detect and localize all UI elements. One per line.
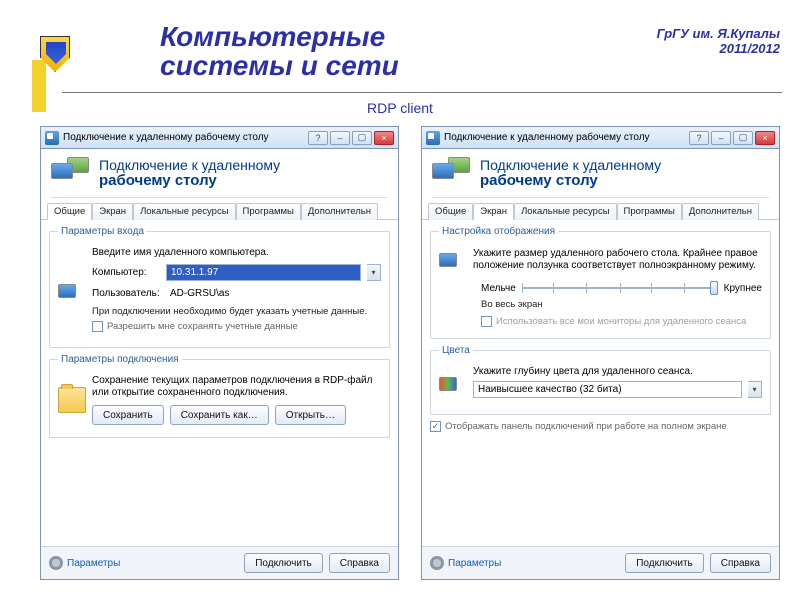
color-depth-arrow[interactable]: ▾ [748, 381, 762, 398]
show-connection-bar-checkbox[interactable]: ✓Отображать панель подключений при работ… [430, 421, 727, 432]
user-label: Пользователь: [92, 288, 160, 299]
banner-line2: рабочему столу [480, 172, 598, 189]
color-text: Укажите глубину цвета для удаленного сеа… [473, 366, 762, 377]
computer-icon [58, 278, 86, 304]
banner-line1: Подключение к удаленному [480, 157, 661, 173]
gear-icon [49, 556, 63, 570]
window-title: Подключение к удаленному рабочему столу [63, 132, 304, 143]
tabs: Общие Экран Локальные ресурсы Программы … [422, 198, 779, 220]
fullscreen-note: Во весь экран [481, 299, 762, 310]
computer-label: Компьютер: [92, 267, 160, 278]
login-instruction: Введите имя удаленного компьютера. [92, 247, 381, 258]
credentials-note: При подключении необходимо будет указать… [92, 306, 381, 317]
color-depth-select[interactable]: Наивысшее качество (32 бита) [473, 381, 742, 398]
connect-button[interactable]: Подключить [244, 553, 323, 573]
tab-display[interactable]: Экран [473, 203, 514, 220]
options-link[interactable]: Параметры [448, 558, 501, 569]
help-button[interactable]: ? [689, 131, 709, 145]
open-button[interactable]: Открыть… [275, 405, 346, 425]
show-bar-label: Отображать панель подключений при работе… [445, 421, 727, 432]
display-settings-group: Настройка отображения Укажите размер уда… [430, 226, 771, 339]
computer-input[interactable]: 10.31.1.97 [166, 264, 361, 281]
tab-programs[interactable]: Программы [617, 203, 682, 220]
all-monitors-label: Использовать все мои мониторы для удален… [496, 316, 746, 327]
resolution-slider[interactable] [522, 279, 718, 297]
org-name: ГрГУ им. Я.Купалы [657, 26, 780, 41]
slider-label-large: Крупнее [724, 283, 762, 294]
slide-meta: ГрГУ им. Я.Купалы 2011/2012 [657, 26, 780, 56]
help-button[interactable]: ? [308, 131, 328, 145]
monitor-icon [439, 247, 467, 273]
banner-line1: Подключение к удаленному [99, 157, 280, 173]
display-text: Укажите размер удаленного рабочего стола… [473, 248, 762, 272]
connection-group: Параметры подключения Сохранение текущих… [49, 354, 390, 438]
rdp-icon [432, 157, 472, 191]
close-button[interactable]: × [755, 131, 775, 145]
login-group: Параметры входа Введите имя удаленного к… [49, 226, 390, 348]
connection-text: Сохранение текущих параметров подключени… [92, 375, 381, 399]
tab-local-resources[interactable]: Локальные ресурсы [133, 203, 235, 220]
connect-button[interactable]: Подключить [625, 553, 704, 573]
rdp-window-display: Подключение к удаленному рабочему столу … [421, 126, 780, 580]
banner-line2: рабочему столу [99, 172, 217, 189]
app-icon [45, 131, 59, 145]
remember-credentials-checkbox[interactable]: Разрешить мне сохранять учетные данные [92, 321, 298, 332]
minimize-button[interactable]: – [711, 131, 731, 145]
folder-icon [58, 387, 86, 413]
save-as-button[interactable]: Сохранить как… [170, 405, 269, 425]
color-group-title: Цвета [439, 345, 473, 356]
color-group: Цвета Укажите глубину цвета для удаленно… [430, 345, 771, 415]
options-link[interactable]: Параметры [67, 558, 120, 569]
display-group-title: Настройка отображения [439, 226, 558, 237]
tab-programs[interactable]: Программы [236, 203, 301, 220]
minimize-button[interactable]: – [330, 131, 350, 145]
dialog-footer: Параметры Подключить Справка [422, 546, 779, 579]
banner: Подключение к удаленному рабочему столу [422, 149, 779, 197]
maximize-button[interactable]: ▢ [352, 131, 372, 145]
rdp-icon [51, 157, 91, 191]
academic-year: 2011/2012 [657, 41, 780, 56]
title-line1: Компьютерные [160, 21, 385, 52]
titlebar[interactable]: Подключение к удаленному рабочему столу … [422, 127, 779, 149]
remember-label: Разрешить мне сохранять учетные данные [107, 321, 298, 332]
user-value: AD-GRSU\as [166, 285, 381, 302]
tab-advanced[interactable]: Дополнительн [682, 203, 759, 220]
tab-general[interactable]: Общие [428, 203, 473, 220]
tab-advanced[interactable]: Дополнительн [301, 203, 378, 220]
window-title: Подключение к удаленному рабочему столу [444, 132, 685, 143]
tab-display[interactable]: Экран [92, 203, 133, 220]
all-monitors-checkbox[interactable]: Использовать все мои мониторы для удален… [481, 316, 746, 327]
header-divider [62, 92, 782, 93]
help-button-footer[interactable]: Справка [329, 553, 390, 573]
slide-title: Компьютерные системы и сети [160, 22, 399, 81]
connection-group-title: Параметры подключения [58, 354, 182, 365]
login-group-title: Параметры входа [58, 226, 147, 237]
slider-label-small: Мельче [481, 283, 516, 294]
close-button[interactable]: × [374, 131, 394, 145]
save-button[interactable]: Сохранить [92, 405, 164, 425]
gear-icon [430, 556, 444, 570]
app-icon [426, 131, 440, 145]
tab-local-resources[interactable]: Локальные ресурсы [514, 203, 616, 220]
rdp-window-general: Подключение к удаленному рабочему столу … [40, 126, 399, 580]
tabs: Общие Экран Локальные ресурсы Программы … [41, 198, 398, 220]
banner: Подключение к удаленному рабочему столу [41, 149, 398, 197]
help-button-footer[interactable]: Справка [710, 553, 771, 573]
title-line2: системы и сети [160, 50, 399, 81]
tab-general[interactable]: Общие [47, 203, 92, 220]
color-icon [439, 371, 467, 397]
maximize-button[interactable]: ▢ [733, 131, 753, 145]
computer-dropdown-arrow[interactable]: ▾ [367, 264, 381, 281]
titlebar[interactable]: Подключение к удаленному рабочему столу … [41, 127, 398, 149]
dialog-footer: Параметры Подключить Справка [41, 546, 398, 579]
slide-subtitle: RDP client [0, 100, 800, 116]
